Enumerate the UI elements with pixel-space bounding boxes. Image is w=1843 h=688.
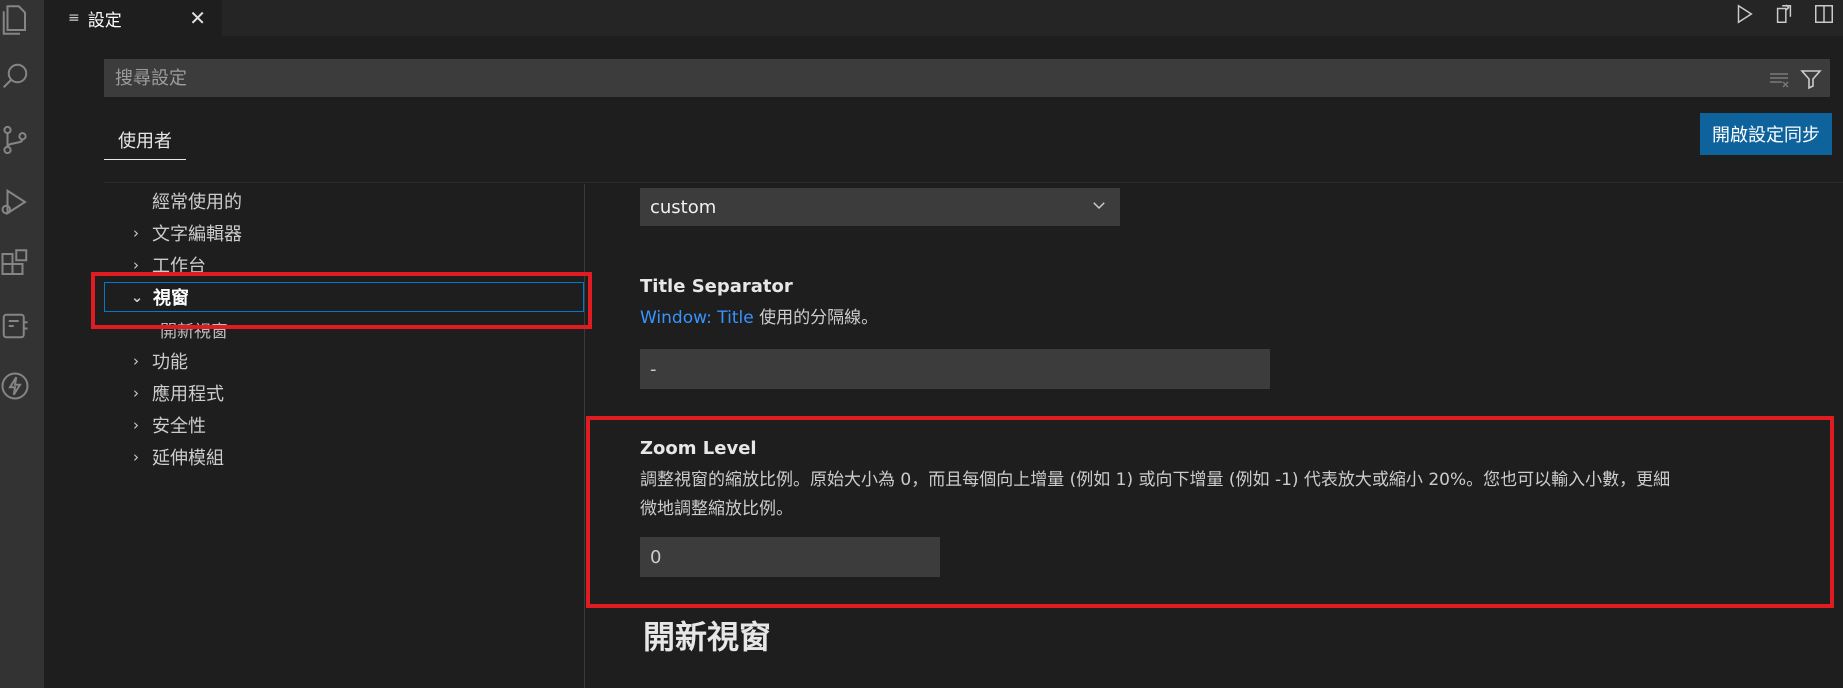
toc-item-security[interactable]: › 安全性 <box>104 410 206 440</box>
clear-filter-icon[interactable] <box>1767 67 1791 91</box>
run-debug-icon[interactable] <box>0 182 30 222</box>
source-control-icon[interactable] <box>0 120 30 160</box>
split-editor-icon[interactable] <box>1813 3 1835 25</box>
setting-title-separator-title: Title Separator <box>640 276 793 297</box>
desc-text: 使用的分隔線。 <box>753 308 879 328</box>
toc-item-features[interactable]: › 功能 <box>104 346 188 376</box>
settings-toc: 經常使用的 › 文字編輯器 › 工作台 ⌄ 視窗 開新視窗 › 功能 › 應用程… <box>104 184 584 688</box>
title-separator-input[interactable]: - <box>640 349 1270 389</box>
tab-settings[interactable]: ≡ 設定 ✕ <box>44 0 222 36</box>
tab-user-settings[interactable]: 使用者 <box>104 120 186 160</box>
toc-item-label: 應用程式 <box>152 384 224 405</box>
run-icon[interactable] <box>1733 3 1755 25</box>
select-value: custom <box>650 196 717 218</box>
chevron-right-icon: › <box>133 448 139 466</box>
search-icon[interactable] <box>0 56 30 96</box>
toc-item-label: 文字編輯器 <box>152 224 242 245</box>
editor-tab-strip: ≡ 設定 ✕ <box>44 0 1843 36</box>
toc-item-label: 延伸模組 <box>152 448 224 469</box>
toc-item-extensions[interactable]: › 延伸模組 <box>104 442 224 472</box>
window-title-link[interactable]: Window: Title <box>640 308 754 328</box>
toc-item-label: 安全性 <box>152 416 206 437</box>
chevron-right-icon: › <box>133 352 139 370</box>
toc-item-text-editor[interactable]: › 文字編輯器 <box>104 218 242 248</box>
chevron-down-icon <box>1093 202 1105 210</box>
annotation-box-window <box>91 272 592 329</box>
explorer-icon[interactable] <box>0 0 30 40</box>
chevron-right-icon: › <box>133 384 139 402</box>
turn-on-settings-sync-button[interactable]: 開啟設定同步 <box>1700 113 1832 155</box>
toc-item-label: 經常使用的 <box>152 192 242 213</box>
tab-label: 設定 <box>87 10 122 31</box>
settings-search-box[interactable] <box>104 59 1830 97</box>
close-icon[interactable]: ✕ <box>189 6 206 30</box>
setting-title-separator-desc: Window: Title 使用的分隔線。 <box>640 304 878 333</box>
title-bar-style-select[interactable]: custom <box>640 188 1120 226</box>
filter-icon[interactable] <box>1799 67 1823 91</box>
search-input[interactable] <box>105 60 1829 96</box>
chevron-right-icon: › <box>133 416 139 434</box>
toc-item-label: 功能 <box>152 352 188 373</box>
open-settings-json-icon[interactable] <box>1773 3 1795 25</box>
toc-item-application[interactable]: › 應用程式 <box>104 378 224 408</box>
toc-item-commonly-used[interactable]: 經常使用的 <box>104 186 242 216</box>
chevron-right-icon: › <box>133 224 139 242</box>
settings-file-icon: ≡ <box>68 10 80 26</box>
search-actions <box>1767 67 1823 91</box>
section-heading-new-window: 開新視窗 <box>643 618 772 656</box>
lightning-icon[interactable] <box>0 366 30 406</box>
extensions-icon[interactable] <box>0 244 30 284</box>
input-value: - <box>650 358 657 380</box>
activity-bar <box>0 0 44 688</box>
annotation-box-zoom-level <box>586 416 1834 608</box>
header-divider <box>104 182 1843 183</box>
tab-user-label: 使用者 <box>118 130 172 152</box>
remote-explorer-icon[interactable] <box>0 306 30 346</box>
editor-actions <box>1733 0 1835 28</box>
